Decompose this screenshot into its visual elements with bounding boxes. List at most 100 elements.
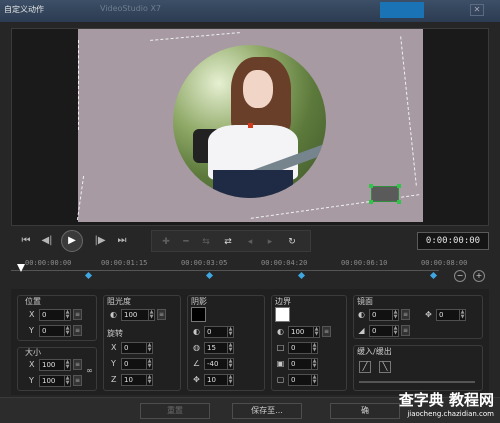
fade-label: 缓入/缓出: [357, 347, 392, 356]
opacity-input[interactable]: 100 ▲ ▼: [121, 309, 155, 321]
reverse-icon[interactable]: ⇆: [198, 234, 214, 250]
border-input-2[interactable]: 0 ▲ ▼: [288, 342, 318, 354]
rotation-center-handle[interactable]: [248, 123, 253, 128]
keyframe-marker[interactable]: [297, 271, 306, 280]
position-label: 位置: [25, 297, 41, 306]
rotation-z-input[interactable]: 10 ▲ ▼: [121, 374, 153, 386]
border-input-4[interactable]: 0 ▲ ▼: [288, 374, 318, 386]
shadow-opacity-icon: ◐: [193, 327, 200, 336]
prev-keyframe-icon[interactable]: ◂: [242, 234, 258, 250]
ruler-tick: 00:00:01:15: [101, 259, 148, 267]
border-opacity-icon: ◐: [277, 327, 284, 336]
border-input-3[interactable]: 0 ▲ ▼: [288, 358, 318, 370]
add-keyframe-icon[interactable]: ✚: [158, 234, 174, 250]
next-frame-button[interactable]: |▶: [91, 232, 109, 250]
shadow-input-1[interactable]: 0 ▲ ▼: [204, 326, 234, 338]
rotation-x-label: X: [111, 343, 117, 352]
mirror-input-3[interactable]: 0 ▲ ▼: [369, 325, 399, 337]
border-width-icon: □: [276, 343, 285, 352]
keyframe-marker[interactable]: [84, 271, 93, 280]
fade-in-icon[interactable]: ╱: [359, 361, 371, 373]
border-input-1[interactable]: 100 ▲ ▼: [288, 326, 320, 338]
shadow-angle-icon: ∠: [192, 359, 201, 368]
mirror-input-1[interactable]: 0 ▲ ▼: [369, 309, 399, 321]
size-y-input[interactable]: 100 ▲ ▼: [39, 375, 71, 387]
border-menu[interactable]: ≡: [322, 326, 331, 337]
save-to-button[interactable]: 保存至...: [232, 403, 302, 419]
ruler-tick: 00:00:03:05: [181, 259, 228, 267]
reset-button[interactable]: 重置: [140, 403, 210, 419]
shadow-input-2[interactable]: 15 ▲ ▼: [204, 342, 234, 354]
remove-keyframe-icon[interactable]: ━: [178, 234, 194, 250]
swap-icon[interactable]: ⇄: [220, 234, 236, 250]
position-y-label: Y: [29, 326, 34, 335]
size-label: 大小: [25, 348, 41, 357]
playback-controls: ⏮ ◀| ▶ |▶ ⏭ ✚ ━ ⇆ ⇄ ◂ ▸ ↻ 0:00:00:00: [11, 228, 489, 256]
position-x-menu[interactable]: ≡: [73, 309, 82, 320]
previous-frame-button[interactable]: ◀|: [38, 232, 56, 250]
border-color-swatch[interactable]: [275, 307, 290, 322]
border-blur-icon: ▢: [276, 375, 285, 384]
shadow-input-3[interactable]: -40 ▲ ▼: [204, 358, 234, 370]
zoom-out-icon[interactable]: −: [454, 270, 466, 282]
rotation-label: 旋转: [107, 329, 123, 338]
zoom-in-icon[interactable]: +: [473, 270, 485, 282]
position-y-menu[interactable]: ≡: [73, 325, 82, 336]
ruler-tick: 00:00:06:10: [341, 259, 388, 267]
keyframe-marker[interactable]: [205, 271, 214, 280]
size-x-label: X: [29, 360, 35, 369]
rotation-y-label: Y: [111, 359, 116, 368]
rotation-z-label: Z: [111, 375, 117, 384]
circular-photo[interactable]: [173, 45, 326, 198]
rotate-icon[interactable]: ↻: [284, 234, 300, 250]
watermark-url: jiaocheng.chazidian.com: [407, 410, 494, 418]
timecode-display[interactable]: 0:00:00:00: [417, 232, 489, 250]
mirror-menu-2[interactable]: ≡: [401, 325, 410, 336]
size-x-input[interactable]: 100 ▲ ▼: [39, 359, 71, 371]
bounding-frame-left: [78, 40, 79, 130]
photo-face: [243, 70, 273, 108]
ok-button[interactable]: 确: [330, 403, 400, 419]
ruler-tick: 00:00:04:20: [261, 259, 308, 267]
shadow-handle[interactable]: [369, 184, 401, 204]
mirror-opacity-icon: ◐: [358, 310, 365, 319]
mirror-menu-1[interactable]: ≡: [401, 309, 410, 320]
position-y-input[interactable]: 0 ▲ ▼: [39, 325, 71, 337]
shadow-color-swatch[interactable]: [191, 307, 206, 322]
fade-out-icon[interactable]: ╲: [379, 361, 391, 373]
keyframe-marker[interactable]: [429, 271, 438, 280]
rotation-x-input[interactable]: 0 ▲ ▼: [121, 342, 153, 354]
opacity-icon: ◐: [110, 310, 117, 319]
title-bar: 自定义动作 VideoStudio X7 ✕: [0, 0, 500, 22]
keyframe-timeline[interactable]: 00:00:00:00 00:00:01:15 00:00:03:05 00:0…: [11, 257, 489, 287]
size-x-menu[interactable]: ≡: [73, 359, 82, 370]
background-window-title: VideoStudio X7: [100, 4, 162, 13]
size-y-menu[interactable]: ≡: [73, 375, 82, 386]
mirror-fade-icon: ◢: [358, 326, 365, 335]
go-to-end-button[interactable]: ⏭: [113, 232, 131, 250]
size-y-label: Y: [29, 376, 34, 385]
rotation-y-input[interactable]: 0 ▲ ▼: [121, 358, 153, 370]
position-x-input[interactable]: 0 ▲ ▼: [39, 309, 71, 321]
shadow-blur-icon: ◍: [193, 343, 200, 352]
go-to-start-button[interactable]: ⏮: [17, 232, 35, 250]
fade-slider[interactable]: [359, 381, 475, 383]
window-title: 自定义动作: [4, 5, 44, 14]
photo-skirt: [213, 170, 293, 198]
background-window-tab: [380, 2, 424, 18]
border-label: 边界: [275, 297, 291, 306]
mirror-input-2[interactable]: 0 ▲ ▼: [436, 309, 466, 321]
keyframe-toolbar: ✚ ━ ⇆ ⇄ ◂ ▸ ↻: [151, 230, 311, 252]
play-button[interactable]: ▶: [61, 230, 83, 252]
mirror-label: 镜面: [357, 297, 373, 306]
opacity-menu[interactable]: ≡: [157, 309, 166, 320]
watermark: 查字典 教程网 jiaocheng.chazidian.com: [399, 389, 494, 418]
properties-panel: 位置 X 0 ▲ ▼ ≡ Y 0 ▲ ▼ ≡ 大小 X 100 ▲ ▼ ≡ Y 100 ▲ ▼ …: [11, 289, 489, 395]
link-ratio-icon[interactable]: ∞: [85, 366, 94, 375]
watermark-main: 查字典 教程网: [398, 391, 494, 409]
close-window-button[interactable]: ✕: [470, 4, 484, 16]
mirror-distance-icon: ✥: [425, 310, 432, 319]
shadow-distance-icon: ✥: [193, 375, 200, 384]
next-keyframe-icon[interactable]: ▸: [262, 234, 278, 250]
shadow-input-4[interactable]: 10 ▲ ▼: [204, 374, 234, 386]
